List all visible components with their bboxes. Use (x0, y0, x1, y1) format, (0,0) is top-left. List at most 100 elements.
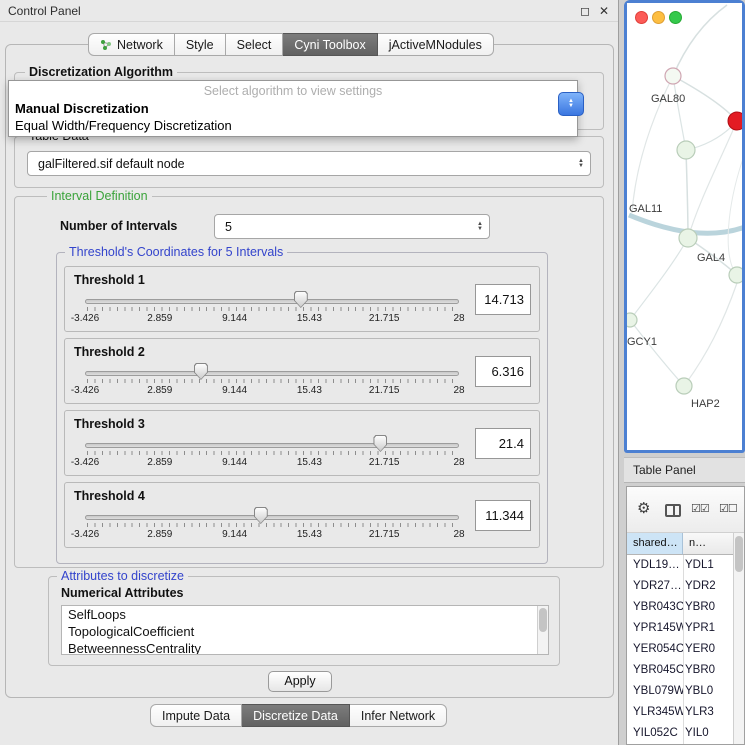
tab-impute-data[interactable]: Impute Data (150, 704, 242, 727)
node-label: GCY1 (627, 336, 657, 348)
table-toolbar: ⚙ ☑☑ ☑☐ (627, 487, 744, 533)
threshold-value-field[interactable]: 14.713 (475, 284, 531, 315)
scale-label: 28 (453, 457, 464, 468)
network-node-selected-red[interactable] (728, 112, 742, 130)
table-cell[interactable]: YBR043C (627, 597, 683, 618)
scale-label: 2.859 (147, 313, 172, 324)
table-cell[interactable]: YER054C (627, 639, 683, 660)
threshold-1-panel: Threshold 1 14.713 -3.426 2.859 9.144 15… (64, 266, 540, 332)
tab-infer-network[interactable]: Infer Network (350, 704, 447, 727)
list-scrollbar[interactable] (537, 606, 548, 654)
threshold-value-field[interactable]: 11.344 (475, 500, 531, 531)
threshold-value-field[interactable]: 21.4 (475, 428, 531, 459)
table-cell[interactable]: YLR345W (627, 702, 683, 723)
numerical-attributes-list: SelfLoops TopologicalCoefficient Between… (61, 605, 549, 655)
float-window-icon[interactable]: ◻ (580, 4, 590, 18)
scale-label: 15.43 (297, 385, 322, 396)
threshold-slider: -3.426 2.859 9.144 15.43 21.715 28 (85, 435, 459, 471)
apply-button[interactable]: Apply (268, 671, 332, 692)
table-panel-title: Table Panel (633, 463, 696, 477)
list-item[interactable]: SelfLoops (62, 606, 548, 623)
combo-arrows-icon: ▲ ▼ (568, 99, 574, 109)
algorithm-dropdown-popup: Select algorithm to view settings Manual… (8, 80, 578, 137)
column-divider (683, 555, 684, 744)
slider-track[interactable] (85, 443, 459, 448)
table-cell[interactable]: YBR045C (627, 660, 683, 681)
network-node[interactable] (627, 313, 637, 327)
scale-label: 15.43 (297, 457, 322, 468)
table-cell[interactable]: YBR0 (685, 597, 735, 618)
table-cell[interactable]: YBL079W (627, 681, 683, 702)
top-tab-bar: Network Style Select Cyni Toolbox jActiv… (88, 33, 494, 56)
table-cell[interactable]: YDR27… (627, 576, 683, 597)
num-intervals-combo[interactable]: 5 ▲ ▼ (214, 214, 490, 239)
table-cell[interactable]: YIL0 (685, 723, 735, 744)
scale-label: 21.715 (369, 385, 400, 396)
tab-discretize-data[interactable]: Discretize Data (242, 704, 350, 727)
algorithm-placeholder: Select algorithm to view settings (9, 84, 577, 98)
scale-label: 21.715 (369, 457, 400, 468)
table-cell[interactable]: YDL1 (685, 555, 735, 576)
tab-cyni-toolbox[interactable]: Cyni Toolbox (283, 33, 377, 56)
slider-thumb[interactable] (294, 291, 308, 308)
attributes-group: Attributes to discretize Numerical Attri… (48, 576, 560, 666)
network-canvas[interactable]: GAL80 GAL11 GAL4 GCY1 HAP2 (627, 3, 742, 450)
slider-thumb[interactable] (254, 507, 268, 524)
table-cell[interactable]: YPR1 (685, 618, 735, 639)
columns-icon[interactable] (665, 504, 681, 517)
node-label: GAL80 (651, 93, 685, 105)
table-cell[interactable]: YDL19… (627, 555, 683, 576)
table-cell[interactable]: YBR0 (685, 660, 735, 681)
tab-label: Select (237, 38, 272, 52)
table-cell[interactable]: YBL0 (685, 681, 735, 702)
thresholds-group-title: Threshold's Coordinates for 5 Intervals (65, 245, 287, 259)
network-node[interactable] (676, 378, 692, 394)
scale-label: 9.144 (222, 385, 247, 396)
scale-label: 9.144 (222, 313, 247, 324)
threshold-value-field[interactable]: 6.316 (475, 356, 531, 387)
table-cell[interactable]: YPR145W (627, 618, 683, 639)
table-panel-titlebar: Table Panel (624, 457, 745, 483)
list-item[interactable]: BetweennessCentrality (62, 640, 548, 655)
scale-label: -3.426 (71, 457, 99, 468)
column-header-shared-name[interactable]: shared… (627, 533, 683, 555)
table-scrollbar[interactable] (733, 533, 744, 744)
scale-label: 15.43 (297, 529, 322, 540)
tab-select[interactable]: Select (226, 33, 284, 56)
table-cell[interactable]: YDR2 (685, 576, 735, 597)
threshold-slider: -3.426 2.859 9.144 15.43 21.715 28 (85, 291, 459, 327)
slider-track[interactable] (85, 371, 459, 376)
close-window-icon[interactable]: ✕ (599, 4, 609, 18)
list-item[interactable]: TopologicalCoefficient (62, 623, 548, 640)
scrollbar-thumb[interactable] (735, 536, 743, 572)
slider-thumb[interactable] (373, 435, 387, 452)
dropdown-option-manual-discretization[interactable]: Manual Discretization (15, 101, 149, 116)
control-panel-titlebar: Control Panel ◻ ✕ (0, 0, 618, 22)
tab-label: Infer Network (361, 709, 435, 723)
table-cell[interactable]: YLR3 (685, 702, 735, 723)
slider-track[interactable] (85, 515, 459, 520)
scale-label: 9.144 (222, 529, 247, 540)
select-all-icon[interactable]: ☑☑ (691, 501, 709, 517)
tab-style[interactable]: Style (175, 33, 226, 56)
threshold-4-panel: Threshold 4 11.344 -3.426 2.859 9.144 15… (64, 482, 540, 548)
table-data-combo[interactable]: galFiltered.sif default node ▲ ▼ (27, 151, 591, 176)
tab-network[interactable]: Network (88, 33, 175, 56)
tab-jactivemnodules[interactable]: jActiveMNodules (378, 33, 494, 56)
clear-selection-icon[interactable]: ☑☐ (719, 501, 737, 517)
gear-icon[interactable]: ⚙ (637, 501, 650, 517)
network-node[interactable] (679, 229, 697, 247)
slider-thumb[interactable] (194, 363, 208, 380)
network-node[interactable] (729, 267, 742, 283)
slider-track[interactable] (85, 299, 459, 304)
table-cell[interactable]: YIL052C (627, 723, 683, 744)
dropdown-option-equal-width[interactable]: Equal Width/Frequency Discretization (15, 118, 232, 133)
algorithm-combo-button[interactable]: ▲ ▼ (558, 92, 584, 116)
table-cell[interactable]: YER0 (685, 639, 735, 660)
num-intervals-value: 5 (225, 220, 232, 234)
network-node[interactable] (665, 68, 681, 84)
scrollbar-thumb[interactable] (539, 608, 547, 632)
network-node[interactable] (677, 141, 695, 159)
scale-label: 2.859 (147, 529, 172, 540)
tab-label: Network (117, 38, 163, 52)
